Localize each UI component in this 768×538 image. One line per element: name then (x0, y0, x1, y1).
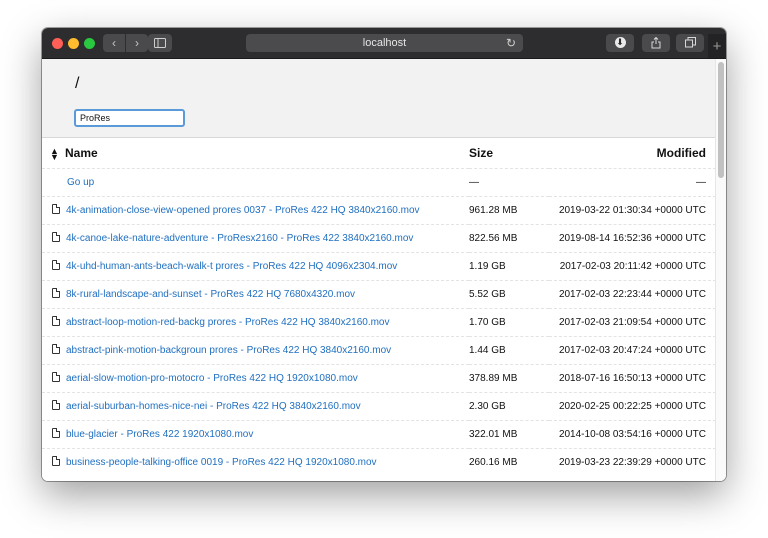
share-icon (651, 36, 661, 49)
file-modified: 2018-07-16 16:50:13 +0000 UTC (558, 372, 706, 384)
file-modified: 2014-10-08 03:54:16 +0000 UTC (558, 428, 706, 440)
file-icon (52, 456, 60, 467)
go-up-modified: — (696, 176, 706, 188)
table-row: abstract-loop-motion-red-backg prores - … (42, 308, 716, 336)
file-link[interactable]: 4k-animation-close-view-opened prores 00… (66, 205, 420, 216)
tabs-icon (684, 37, 696, 48)
file-name-cell: aerial-suburban-homes-nice-nei - ProRes … (42, 392, 469, 420)
table-row: abstract-pink-motion-backgroun prores - … (42, 336, 716, 364)
file-icon (52, 260, 60, 270)
new-tab-button[interactable]: + (708, 34, 726, 58)
file-size: 5.52 GB (469, 288, 506, 300)
go-up-size: — (469, 176, 479, 188)
file-name-cell: 8k-rural-landscape-and-sunset - ProRes 4… (42, 280, 469, 308)
sidebar-icon (154, 38, 166, 48)
table-row: 8k-rural-landscape-and-sunset - ProRes 4… (42, 280, 716, 308)
file-link[interactable]: abstract-pink-motion-backgroun prores - … (66, 345, 391, 356)
file-size: 1.70 GB (469, 316, 506, 328)
close-window-button[interactable] (52, 38, 63, 49)
file-icon (52, 232, 60, 242)
file-modified: 2019-03-23 22:39:29 +0000 UTC (558, 456, 706, 468)
show-tabs-button[interactable] (676, 34, 704, 52)
scrollbar-thumb[interactable] (718, 62, 724, 178)
file-link[interactable]: blue-glacier - ProRes 422 1920x1080.mov (66, 429, 253, 440)
reload-icon[interactable]: ↻ (506, 34, 516, 52)
zoom-window-button[interactable] (84, 38, 95, 49)
table-row: 4k-canoe-lake-nature-adventure - ProResx… (42, 224, 716, 252)
table-row: 4k-animation-close-view-opened prores 00… (42, 196, 716, 224)
browser-toolbar: ‹ › localhost ↻ ⬇ + (42, 28, 726, 59)
file-link[interactable]: 4k-uhd-human-ants-beach-walk-t prores - … (66, 261, 397, 272)
file-icon (52, 400, 60, 410)
chevron-right-icon: › (135, 36, 139, 50)
file-link[interactable]: 8k-rural-landscape-and-sunset - ProRes 4… (66, 289, 355, 300)
directory-path: / (75, 75, 80, 92)
file-link[interactable]: aerial-slow-motion-pro-motocro - ProRes … (66, 373, 358, 384)
file-name-cell: abstract-pink-motion-backgroun prores - … (42, 336, 469, 364)
file-name-cell: 4k-uhd-human-ants-beach-walk-t prores - … (42, 252, 469, 280)
file-size: 378.89 MB (469, 372, 518, 384)
table-row: 4k-uhd-human-ants-beach-walk-t prores - … (42, 252, 716, 280)
file-size: 1.44 GB (469, 344, 506, 356)
file-name-cell: business-people-talking-office 0019 - Pr… (42, 448, 469, 476)
share-button[interactable] (642, 34, 670, 52)
file-modified: 2017-02-03 20:47:24 +0000 UTC (558, 344, 706, 356)
download-icon: ⬇ (614, 37, 626, 49)
name-column-header[interactable]: ▲ ▼ Name (42, 138, 469, 168)
file-modified: 2017-02-03 20:11:42 +0000 UTC (559, 260, 706, 272)
table-row: aerial-slow-motion-pro-motocro - ProRes … (42, 364, 716, 392)
file-table: ▲ ▼ Name Size Modified Go up — — 4k-animat… (42, 138, 716, 476)
filter-input[interactable] (74, 109, 185, 127)
sidebar-toggle-button[interactable] (148, 34, 172, 52)
size-column-header[interactable]: Size (469, 138, 549, 168)
browser-window: ‹ › localhost ↻ ⬇ + / ProRes ▲ ▼ Name Si… (42, 28, 726, 481)
downloads-button[interactable]: ⬇ (606, 34, 634, 52)
file-size: 260.16 MB (469, 456, 518, 468)
table-row: aerial-suburban-homes-nice-nei - ProRes … (42, 392, 716, 420)
minimize-window-button[interactable] (68, 38, 79, 49)
sort-icon[interactable]: ▲ ▼ (50, 146, 62, 161)
table-row: business-people-talking-office 0019 - Pr… (42, 448, 716, 476)
file-modified: 2017-02-03 22:23:44 +0000 UTC (558, 288, 706, 300)
file-size: 1.19 GB (469, 260, 506, 272)
go-up-row: Go up — — (42, 168, 716, 196)
file-icon (52, 344, 60, 354)
file-name-cell: abstract-loop-motion-red-backg prores - … (42, 308, 469, 336)
file-icon (52, 372, 60, 382)
file-size: 822.56 MB (469, 232, 518, 244)
file-icon (52, 316, 60, 326)
file-link[interactable]: 4k-canoe-lake-nature-adventure - ProResx… (66, 233, 413, 244)
table-header-row: ▲ ▼ Name Size Modified (42, 138, 716, 168)
file-name-cell: 4k-animation-close-view-opened prores 00… (42, 196, 469, 224)
file-modified: 2019-08-14 16:52:36 +0000 UTC (558, 232, 706, 244)
file-modified: 2019-03-22 01:30:34 +0000 UTC (558, 204, 706, 216)
file-link[interactable]: abstract-loop-motion-red-backg prores - … (66, 317, 390, 328)
file-icon (52, 204, 60, 214)
modified-column-header[interactable]: Modified (549, 138, 716, 168)
file-size: 2.30 GB (469, 400, 506, 412)
vertical-scrollbar[interactable] (715, 59, 726, 481)
file-modified: 2017-02-03 21:09:54 +0000 UTC (558, 316, 706, 328)
go-up-link[interactable]: Go up (67, 177, 94, 188)
file-icon (52, 288, 60, 298)
file-size: 961.28 MB (469, 204, 518, 216)
listing-header: / (42, 59, 716, 138)
file-link[interactable]: aerial-suburban-homes-nice-nei - ProRes … (66, 401, 361, 412)
file-name-cell: 4k-canoe-lake-nature-adventure - ProResx… (42, 224, 469, 252)
back-button[interactable]: ‹ (103, 34, 125, 52)
page-content: / ▲▼Name Size Modified Go up (42, 59, 716, 481)
forward-button[interactable]: › (126, 34, 148, 52)
address-text: localhost (362, 37, 407, 49)
address-bar[interactable]: localhost ↻ (246, 34, 523, 52)
chevron-left-icon: ‹ (112, 36, 116, 50)
file-name-cell: blue-glacier - ProRes 422 1920x1080.mov (42, 420, 469, 448)
file-modified: 2020-02-25 00:22:25 +0000 UTC (558, 400, 706, 412)
table-row: blue-glacier - ProRes 422 1920x1080.mov 3… (42, 420, 716, 448)
file-name-cell: aerial-slow-motion-pro-motocro - ProRes … (42, 364, 469, 392)
file-icon (52, 428, 60, 438)
file-size: 322.01 MB (469, 428, 518, 440)
file-link[interactable]: business-people-talking-office 0019 - Pr… (66, 457, 377, 468)
